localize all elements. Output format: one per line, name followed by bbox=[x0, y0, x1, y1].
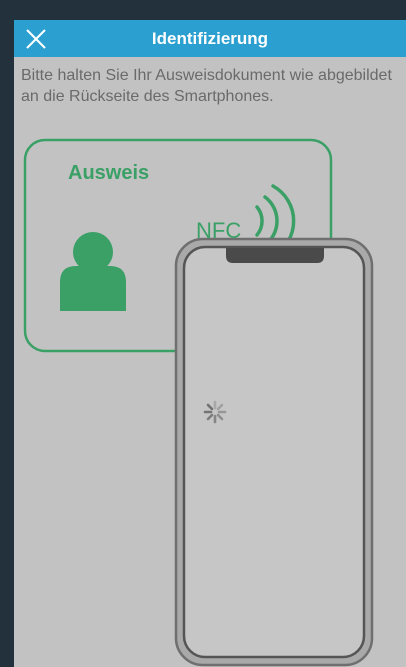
phone-notch bbox=[226, 248, 324, 263]
identification-screen: Identifizierung Bitte halten Sie Ihr Aus… bbox=[14, 20, 406, 667]
person-icon bbox=[60, 232, 126, 311]
smartphone-icon bbox=[174, 237, 374, 667]
id-card-title: Ausweis bbox=[68, 162, 150, 184]
nfc-illustration bbox=[23, 138, 374, 667]
nfc-label: NFC bbox=[196, 218, 242, 243]
